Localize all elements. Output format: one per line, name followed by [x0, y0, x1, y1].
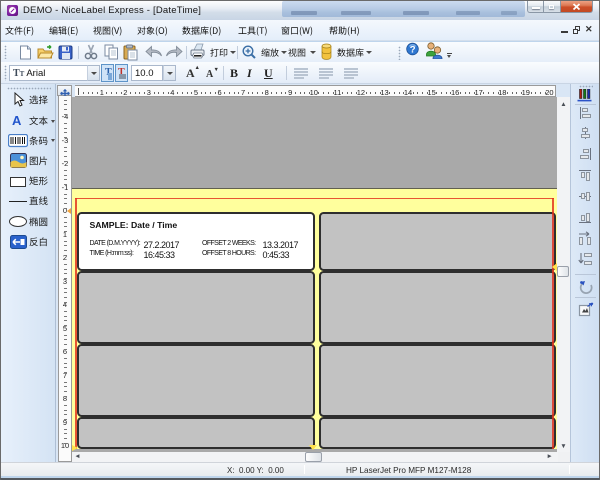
svg-text:?: ? [410, 45, 416, 56]
